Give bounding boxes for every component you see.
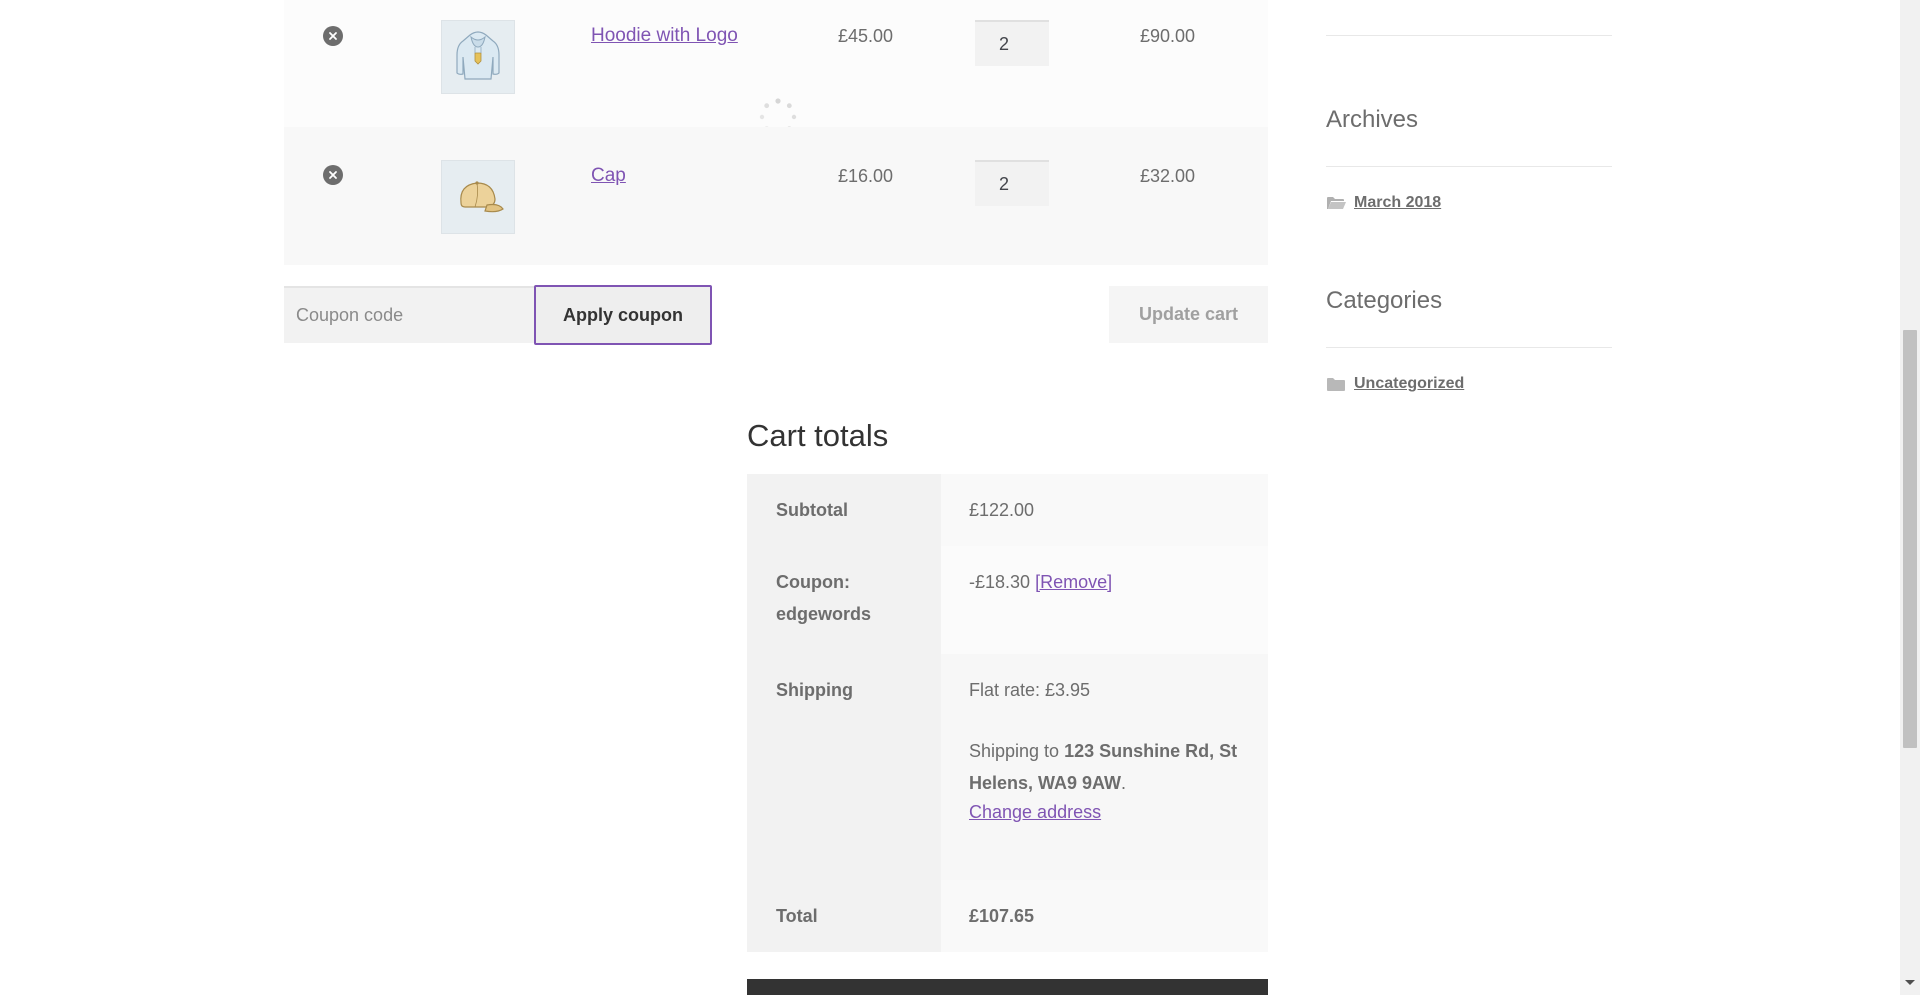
category-link[interactable]: Uncategorized <box>1354 375 1464 393</box>
cart-page: Hoodie with Logo £45.00 £90.00 <box>0 0 1920 995</box>
folder-open-icon <box>1327 197 1346 209</box>
total-label: Total <box>776 906 818 926</box>
sidebar-divider <box>1326 166 1612 167</box>
cart-item-row: Cap £16.00 £32.00 <box>284 127 1268 265</box>
shipping-row: Shipping Flat rate: £3.95 Shipping to 12… <box>747 654 1268 880</box>
shipping-destination: Shipping to 123 Sunshine Rd, St Helens, … <box>969 735 1259 799</box>
quantity-input[interactable] <box>975 160 1049 206</box>
remove-coupon-link[interactable]: [Remove] <box>1035 572 1112 592</box>
shipping-label: Shipping <box>776 680 853 700</box>
remove-item-icon[interactable] <box>323 165 343 185</box>
update-cart-button[interactable]: Update cart <box>1109 286 1268 343</box>
sidebar-divider <box>1326 35 1612 36</box>
item-price: £16.00 <box>838 166 894 186</box>
hoodie-thumbnail[interactable] <box>441 20 515 94</box>
category-item-uncategorized: Uncategorized <box>1326 375 1464 393</box>
apply-coupon-button[interactable]: Apply coupon <box>534 285 712 345</box>
page-scrollbar[interactable] <box>1900 0 1920 995</box>
archive-item-march-2018: March 2018 <box>1326 194 1441 212</box>
remove-item-icon[interactable] <box>323 26 343 46</box>
sidebar-divider <box>1326 347 1612 348</box>
subtotal-label: Subtotal <box>776 500 848 520</box>
cart-table: Hoodie with Logo £45.00 £90.00 <box>284 0 1268 265</box>
folder-icon <box>1327 378 1345 391</box>
scrollbar-thumb[interactable] <box>1903 330 1917 748</box>
archive-link[interactable]: March 2018 <box>1354 194 1441 212</box>
item-subtotal: £90.00 <box>1140 26 1196 46</box>
quantity-input[interactable] <box>975 20 1049 66</box>
proceed-to-checkout-button[interactable] <box>747 979 1268 995</box>
subtotal-value: £122.00 <box>969 500 1035 520</box>
change-address-link[interactable]: Change address <box>969 796 1101 828</box>
total-row: Total £107.65 <box>747 880 1268 952</box>
item-price: £45.00 <box>838 26 894 46</box>
cap-thumbnail[interactable] <box>441 160 515 234</box>
item-subtotal: £32.00 <box>1140 166 1196 186</box>
shipping-to-suffix: . <box>1121 773 1127 793</box>
cart-totals-title: Cart totals <box>747 418 889 453</box>
scroll-down-arrow-icon[interactable] <box>1905 980 1915 985</box>
categories-title: Categories <box>1326 287 1443 314</box>
total-value: £107.65 <box>969 906 1035 926</box>
product-link-hoodie[interactable]: Hoodie with Logo <box>591 25 738 47</box>
coupon-label: Coupon: edgewords <box>776 572 872 624</box>
shipping-rate: Flat rate: £3.95 <box>969 680 1091 700</box>
coupon-code-input[interactable] <box>284 286 534 343</box>
coupon-value-wrap: -£18.30 [Remove] <box>969 566 1249 598</box>
archives-title: Archives <box>1326 106 1419 133</box>
shipping-to-prefix: Shipping to <box>969 741 1060 761</box>
coupon-discount-value: -£18.30 <box>969 572 1031 592</box>
subtotal-row: Subtotal £122.00 <box>747 474 1268 546</box>
product-link-cap[interactable]: Cap <box>591 165 626 187</box>
